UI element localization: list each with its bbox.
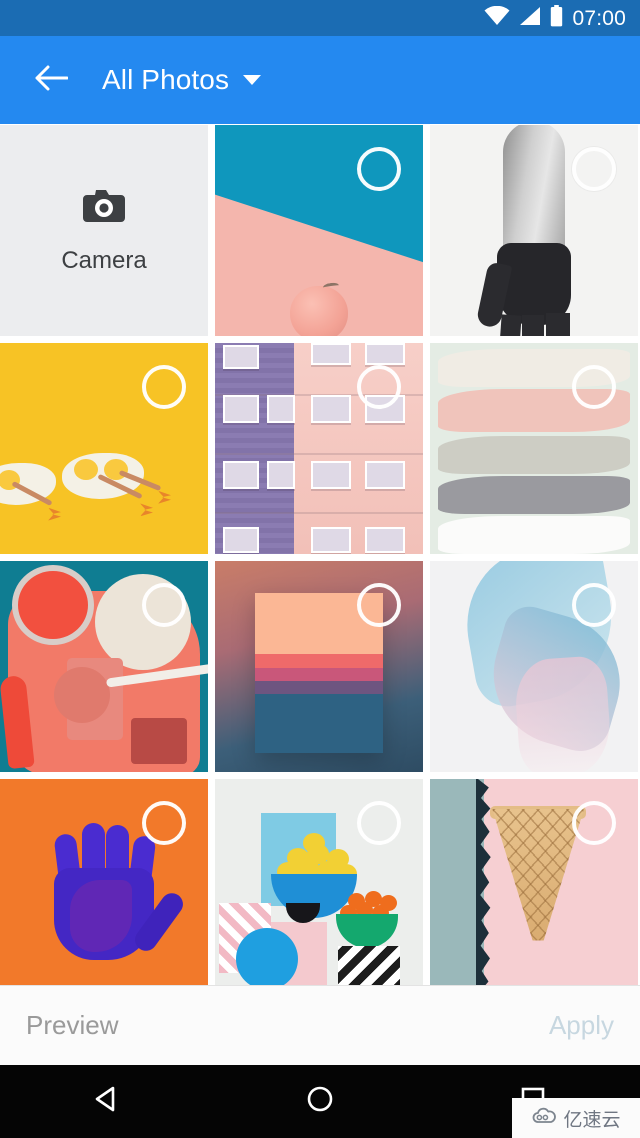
- photo-artwork-detail: [267, 395, 295, 423]
- photo-artwork-detail: [498, 314, 522, 336]
- photo-artwork-detail: [290, 286, 348, 336]
- photo-artwork-detail: [140, 503, 153, 517]
- photo-artwork-detail: [311, 527, 351, 553]
- photo-artwork-detail: [267, 461, 295, 489]
- photo-artwork-detail: [48, 507, 61, 521]
- photo-artwork-detail: [131, 717, 188, 764]
- photo-grid: Camera: [0, 125, 640, 990]
- photo-tile[interactable]: [430, 561, 638, 772]
- watermark: 亿速云: [512, 1098, 640, 1138]
- apply-button[interactable]: Apply: [549, 1010, 614, 1041]
- photo-artwork: [438, 475, 630, 514]
- photo-select-checkbox[interactable]: [572, 583, 616, 627]
- photo-artwork-detail: [74, 459, 98, 481]
- photo-artwork-detail: [223, 395, 259, 423]
- photo-artwork-detail: [522, 315, 544, 336]
- camera-tile-label: Camera: [61, 247, 147, 274]
- photo-select-checkbox[interactable]: [572, 147, 616, 191]
- photo-select-checkbox[interactable]: [357, 583, 401, 627]
- photo-artwork-detail: [254, 693, 384, 753]
- photo-select-checkbox[interactable]: [357, 365, 401, 409]
- status-bar: 07:00: [0, 0, 640, 36]
- photo-tile[interactable]: [0, 561, 208, 772]
- photo-artwork-detail: [336, 914, 399, 949]
- photo-select-checkbox[interactable]: [572, 365, 616, 409]
- photo-artwork-detail: [215, 511, 423, 514]
- photo-artwork-detail: [254, 667, 384, 681]
- photo-tile[interactable]: [215, 779, 423, 990]
- photo-artwork-detail: [215, 452, 423, 455]
- photo-artwork: [294, 343, 423, 554]
- photo-artwork-detail: [365, 527, 405, 553]
- camera-tile[interactable]: Camera: [0, 125, 208, 336]
- photo-artwork-detail: [254, 680, 384, 694]
- photo-artwork-detail: [54, 666, 111, 723]
- photo-artwork: [513, 654, 613, 772]
- photo-artwork-detail: [365, 461, 405, 489]
- back-arrow-icon: [34, 64, 69, 97]
- camera-icon: [81, 186, 127, 229]
- photo-artwork: [215, 343, 295, 554]
- photo-artwork-detail: [546, 313, 570, 336]
- photo-artwork-detail: [223, 461, 259, 489]
- watermark-text: 亿速云: [563, 1108, 621, 1131]
- photo-artwork-detail: [338, 946, 401, 990]
- photo-select-checkbox[interactable]: [357, 147, 401, 191]
- photo-artwork: [438, 516, 630, 554]
- photo-tile[interactable]: [215, 343, 423, 554]
- photo-select-checkbox[interactable]: [142, 583, 186, 627]
- photo-artwork: [438, 435, 630, 474]
- chevron-down-icon: [243, 75, 262, 85]
- photo-artwork-detail: [158, 490, 171, 504]
- app-bar: All Photos: [0, 36, 640, 124]
- album-selector[interactable]: All Photos: [102, 64, 262, 96]
- photo-select-checkbox[interactable]: [357, 801, 401, 845]
- cellular-signal-icon: [519, 6, 541, 31]
- photo-tile[interactable]: [0, 343, 208, 554]
- photo-artwork-detail: [254, 653, 384, 668]
- cloud-icon: [531, 1107, 557, 1130]
- nav-back-button[interactable]: [70, 1076, 144, 1128]
- photo-artwork-detail: [285, 903, 320, 924]
- preview-button[interactable]: Preview: [26, 1010, 118, 1041]
- nav-home-circle-icon: [305, 1084, 335, 1119]
- action-bar: Preview Apply: [0, 985, 640, 1065]
- wifi-icon: [484, 5, 510, 31]
- nav-home-button[interactable]: [283, 1076, 357, 1128]
- photo-tile[interactable]: [430, 343, 638, 554]
- photo-tile[interactable]: [0, 779, 208, 990]
- photo-artwork-detail: [223, 345, 259, 369]
- photo-artwork-detail: [311, 343, 351, 365]
- photo-artwork-detail: [311, 461, 351, 489]
- photo-select-checkbox[interactable]: [572, 801, 616, 845]
- photo-tile[interactable]: [215, 561, 423, 772]
- photo-select-checkbox[interactable]: [142, 801, 186, 845]
- photo-select-checkbox[interactable]: [142, 365, 186, 409]
- photo-tile[interactable]: [215, 125, 423, 336]
- battery-icon: [550, 4, 563, 32]
- photo-tile[interactable]: [430, 125, 638, 336]
- status-bar-clock: 07:00: [572, 6, 626, 30]
- photo-artwork-detail: [365, 343, 405, 365]
- back-button[interactable]: [24, 53, 78, 107]
- nav-back-triangle-icon: [92, 1084, 122, 1119]
- photo-artwork-detail: [492, 808, 585, 941]
- page-title: All Photos: [102, 64, 230, 95]
- phone-screen: 07:00 All Photos Camera Preview Apply 亿速…: [0, 0, 640, 1138]
- photo-artwork-detail: [235, 928, 298, 990]
- photo-artwork-detail: [311, 395, 351, 423]
- photo-artwork: [503, 125, 565, 251]
- photo-artwork-detail: [223, 527, 259, 553]
- photo-tile[interactable]: [430, 779, 638, 990]
